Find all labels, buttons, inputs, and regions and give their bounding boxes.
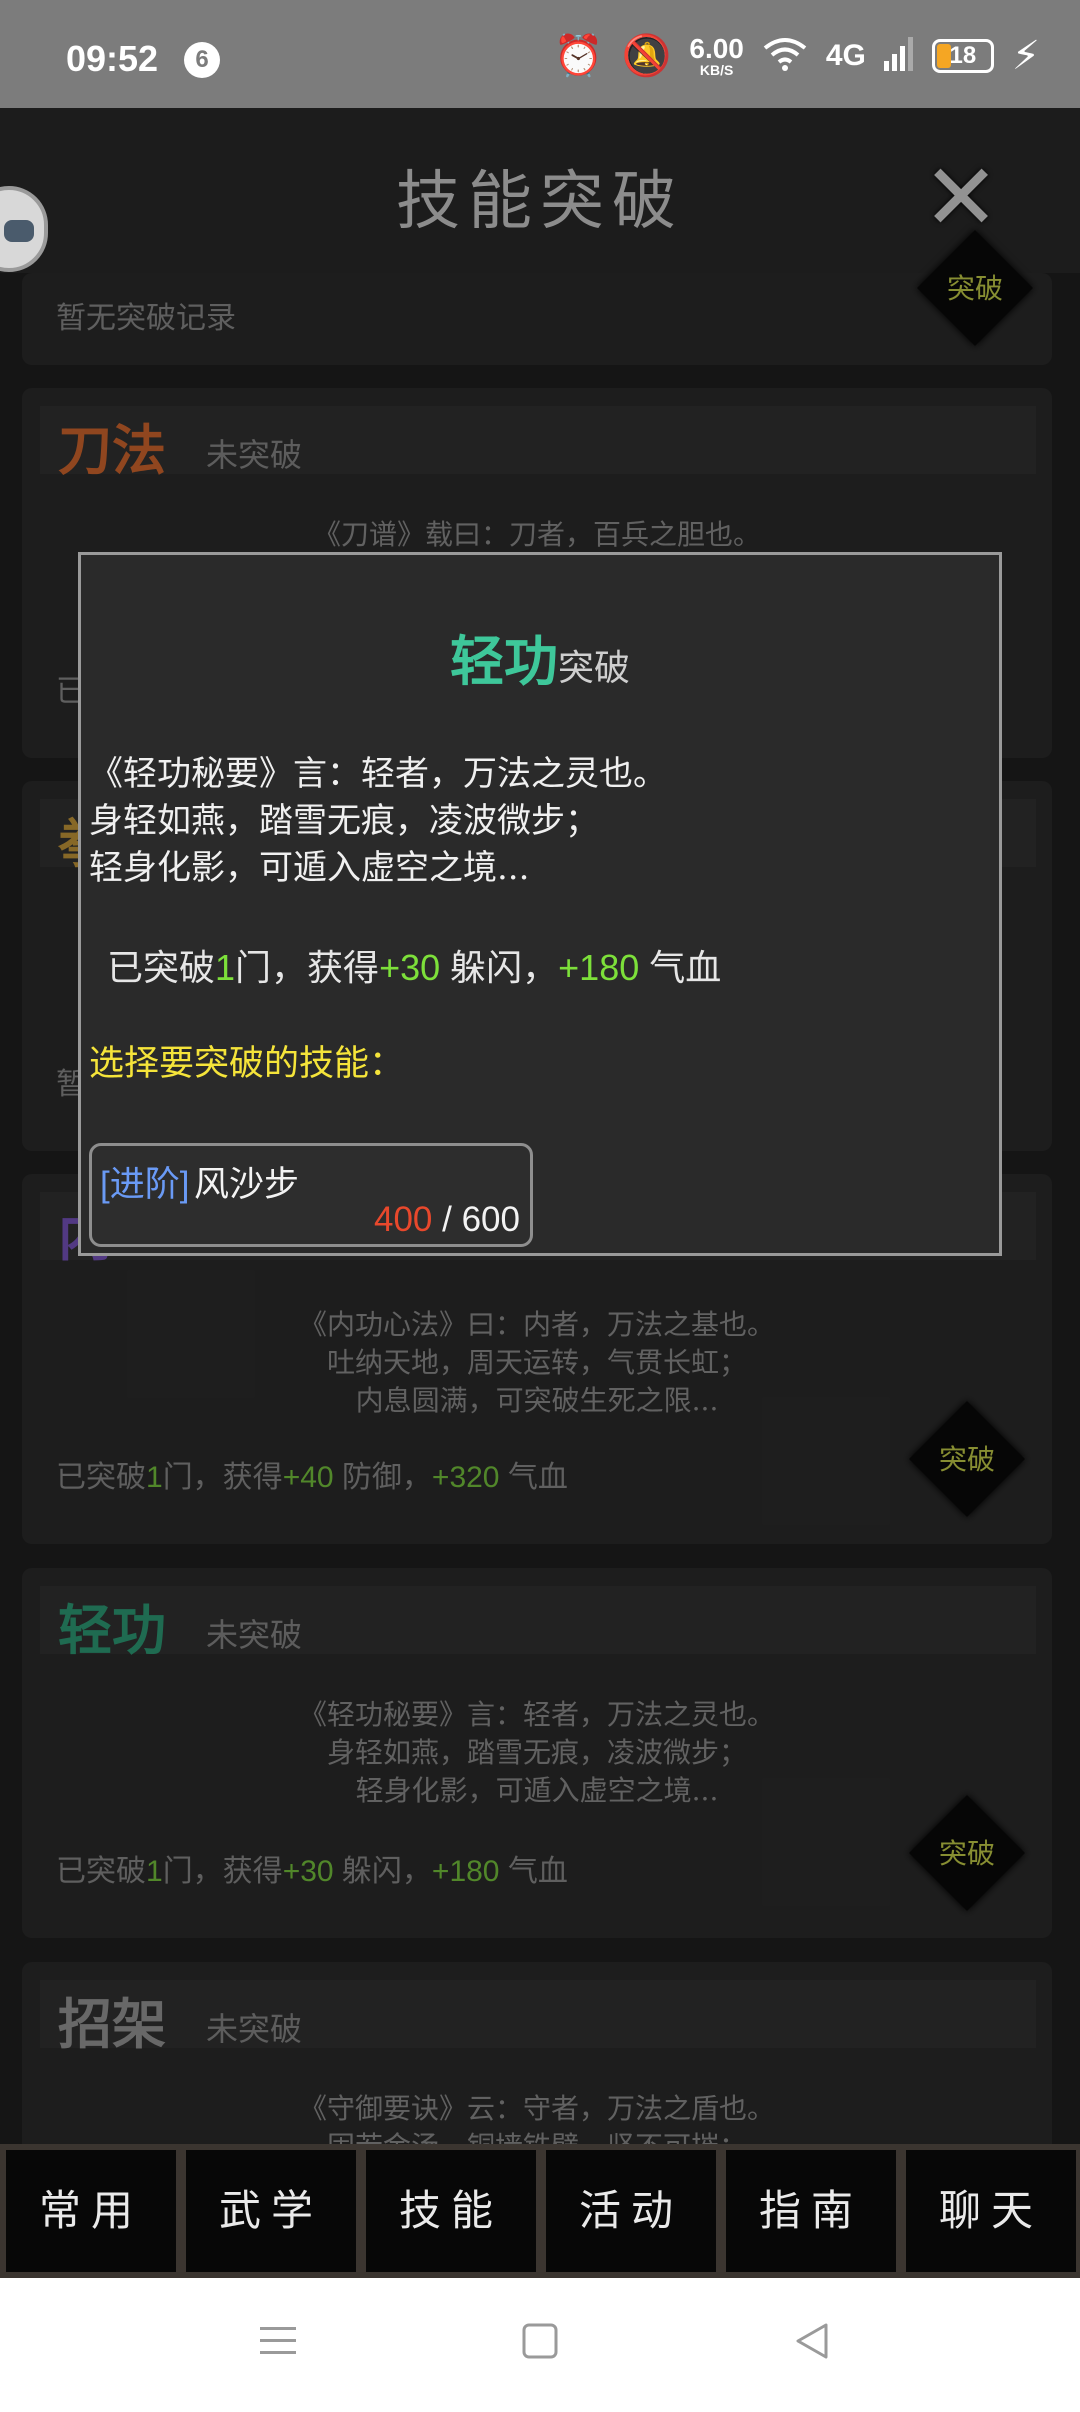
wifi-icon	[762, 36, 808, 77]
nav-huodong[interactable]: 活动	[546, 2150, 716, 2272]
skill-option-progress: 400 / 600	[374, 1200, 520, 1239]
notification-count-badge: 6	[184, 42, 220, 78]
dialog-gain-line: 已突破1门，获得+30 躲闪，+180 气血	[107, 947, 722, 988]
back-icon[interactable]	[782, 2320, 842, 2372]
status-time: 09:52	[66, 38, 159, 79]
dialog-title-suffix: 突破	[557, 647, 630, 688]
battery-level: 18	[949, 42, 977, 69]
skill-option-name: 风沙步	[194, 1165, 300, 1205]
net-speed-unit: KB/S	[699, 62, 734, 78]
nav-liaotian[interactable]: 聊天	[906, 2150, 1076, 2272]
mute-icon: 🔕	[621, 34, 672, 78]
breakthrough-dialog: 轻功突破 《轻功秘要》言：轻者，万法之灵也。 身轻如燕，踏雪无痕，凌波微步； 轻…	[78, 552, 1002, 1256]
nav-zhinan[interactable]: 指南	[726, 2150, 896, 2272]
net-speed-value: 6.00	[689, 33, 744, 64]
dialog-title: 轻功突破	[81, 617, 999, 696]
signal-icon	[883, 36, 914, 76]
bottom-nav: 常用 武学 技能 活动 指南 聊天	[0, 2144, 1080, 2278]
system-nav-bar	[0, 2278, 1080, 2412]
net-speed: 6.00 KB/S	[689, 33, 744, 78]
home-icon[interactable]	[510, 2320, 570, 2372]
battery-icon: 18	[931, 39, 994, 73]
menu-icon[interactable]	[248, 2320, 308, 2372]
alarm-icon: ⏰	[553, 34, 604, 78]
status-bar: 09:52 6 ⏰ 🔕 6.00 KB/S 4G 18 ⚡	[0, 0, 1080, 108]
dialog-title-skill: 轻功	[449, 629, 558, 693]
nav-changyong[interactable]: 常用	[6, 2150, 176, 2272]
skill-option-tag: [进阶]	[100, 1165, 190, 1204]
signal-label: 4G	[825, 39, 866, 72]
status-icons: ⏰ 🔕 6.00 KB/S 4G 18 ⚡	[554, 34, 1040, 78]
nav-jineng[interactable]: 技能	[366, 2150, 536, 2272]
dialog-verse: 《轻功秘要》言：轻者，万法之灵也。 身轻如燕，踏雪无痕，凌波微步； 轻身化影，可…	[89, 754, 667, 888]
skill-option-fengshabu[interactable]: [进阶] 风沙步 400 / 600	[89, 1143, 533, 1247]
charging-icon: ⚡	[1011, 34, 1040, 78]
nav-wuxue[interactable]: 武学	[186, 2150, 356, 2272]
dialog-prompt: 选择要突破的技能：	[89, 1044, 405, 1083]
